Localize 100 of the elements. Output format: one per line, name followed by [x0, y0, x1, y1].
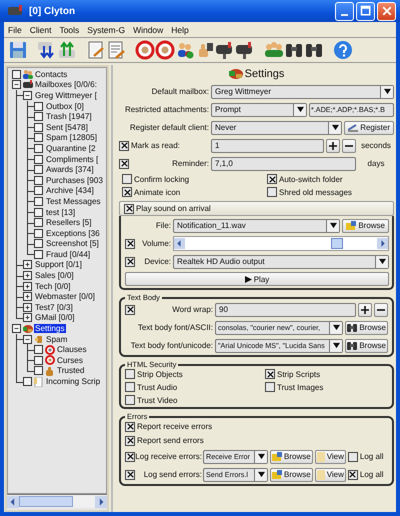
input-field[interactable]: 1	[211, 138, 324, 152]
checkbox[interactable]	[34, 154, 43, 164]
checkbox[interactable]	[265, 382, 275, 392]
dropdown[interactable]: Notification_11.wav	[173, 218, 340, 232]
checkbox[interactable]	[119, 140, 129, 150]
tree-item[interactable]: Spam [12805]	[45, 133, 98, 142]
checkbox[interactable]	[34, 102, 43, 111]
checkbox-label[interactable]: Auto-switch folder	[279, 174, 343, 184]
play-button[interactable]: Play	[125, 272, 389, 286]
checkbox[interactable]	[23, 377, 32, 386]
expand-toggle[interactable]	[12, 80, 21, 90]
mailbox-icon[interactable]	[215, 40, 235, 60]
checkbox-label[interactable]: Strip Scripts	[277, 370, 320, 378]
checkbox-label[interactable]: Animate icon	[134, 188, 180, 196]
tree-item[interactable]: Quarantine [2	[45, 144, 97, 153]
checkbox[interactable]	[34, 112, 43, 122]
checkbox[interactable]	[125, 395, 135, 405]
checkbox-label[interactable]: Trust Video	[137, 396, 178, 404]
menu-item[interactable]: File	[8, 24, 22, 34]
tree-item[interactable]: Compliments [	[45, 154, 100, 164]
tree-item[interactable]: Webmaster [0/0]	[34, 292, 96, 302]
expand-toggle[interactable]	[23, 292, 32, 302]
checkbox-label[interactable]: Device:	[144, 257, 171, 266]
tree-item[interactable]: Spam	[45, 334, 68, 344]
dropdown[interactable]: Prompt	[211, 102, 307, 116]
menu-item[interactable]: Help	[171, 24, 189, 34]
browse-button[interactable]: Browse	[270, 468, 313, 482]
dropdown[interactable]: Greg Wittmeyer	[211, 84, 394, 98]
checkbox[interactable]	[125, 304, 135, 314]
menu-item[interactable]: Client	[30, 24, 52, 34]
checkbox[interactable]	[348, 452, 358, 462]
tree-item[interactable]: Support [0/1]	[34, 260, 83, 270]
checkbox[interactable]	[267, 187, 277, 197]
expand-toggle[interactable]	[23, 90, 32, 100]
checkbox[interactable]	[124, 204, 134, 214]
checkbox[interactable]	[348, 470, 358, 480]
horizontal-scrollbar[interactable]	[7, 494, 107, 508]
register-button[interactable]: Register	[344, 120, 394, 134]
expand-toggle[interactable]	[23, 282, 32, 291]
checkbox-label[interactable]: Report send errors	[137, 436, 204, 445]
tree-item[interactable]: test [13]	[45, 208, 76, 217]
checkbox-label[interactable]: Log all	[360, 470, 384, 479]
help-icon[interactable]	[333, 40, 353, 60]
tree-item[interactable]: Screenshot [5]	[45, 239, 100, 248]
tree-item[interactable]: Contacts	[34, 70, 68, 79]
checkbox-label[interactable]: Report receive errors	[137, 422, 212, 431]
checkbox[interactable]	[12, 70, 21, 79]
checkbox-label[interactable]: Trust Audio	[137, 382, 178, 392]
tree-item[interactable]: Mailboxes [0/0/6:	[34, 80, 98, 90]
tree-item[interactable]: GMail [0/0]	[34, 313, 76, 322]
slider-thumb[interactable]	[330, 238, 343, 249]
tree-item[interactable]: Awards [374]	[45, 165, 95, 174]
tree-item[interactable]: Archive [434]	[45, 186, 95, 196]
checkbox-label[interactable]: Confirm locking	[134, 174, 190, 184]
upload-icon[interactable]	[57, 40, 77, 60]
checkbox[interactable]	[34, 186, 43, 196]
document-edit-icon[interactable]	[86, 40, 106, 60]
browse-button[interactable]: Browse	[345, 320, 388, 334]
document-edit-icon[interactable]	[106, 40, 126, 60]
checkbox[interactable]	[265, 369, 275, 379]
checkbox[interactable]	[34, 208, 43, 217]
checkbox-label[interactable]: Log receive errors:	[135, 452, 202, 461]
browse-button[interactable]: Browse	[342, 218, 389, 232]
checkbox[interactable]	[34, 345, 43, 354]
input-field[interactable]: 90	[215, 302, 356, 316]
increment-button[interactable]	[358, 302, 372, 316]
checkbox-label[interactable]: Play sound on arrival	[136, 204, 211, 213]
checkbox[interactable]	[125, 436, 135, 446]
menu-item[interactable]: Window	[133, 24, 164, 34]
tree-item[interactable]: Test Messages	[45, 196, 102, 206]
checkbox[interactable]	[267, 174, 277, 184]
save-icon[interactable]	[8, 40, 28, 60]
checkbox[interactable]	[34, 133, 43, 142]
checkbox-label[interactable]: Shred old messages	[279, 188, 352, 196]
tree-item[interactable]: Sales [0/0]	[34, 271, 75, 280]
checkbox[interactable]	[125, 470, 135, 480]
tree-item[interactable]: Greg Wittmeyer [	[34, 90, 98, 100]
checkbox-label[interactable]: Volume:	[142, 239, 171, 248]
tree-item[interactable]: Trash [1947]	[45, 112, 93, 122]
browse-button[interactable]: Browse	[270, 450, 313, 464]
checkbox[interactable]	[125, 238, 135, 248]
tree-item[interactable]: Test7 [0/3]	[34, 302, 74, 312]
dropdown[interactable]: Realtek HD Audio output	[173, 254, 389, 268]
checkbox[interactable]	[125, 452, 135, 462]
checkbox[interactable]	[34, 366, 43, 376]
tree-item[interactable]: Settings	[34, 324, 66, 334]
checkbox-label[interactable]: Mark as read:	[131, 141, 180, 150]
tree-item[interactable]: Incoming Scrip	[45, 377, 102, 386]
checkbox[interactable]	[34, 228, 43, 238]
increment-button[interactable]	[326, 138, 340, 152]
tree-item[interactable]: Curses	[56, 356, 84, 365]
view-button[interactable]: View	[314, 468, 346, 482]
expand-toggle[interactable]	[23, 313, 32, 322]
checkbox[interactable]	[122, 174, 132, 184]
input-field[interactable]: 7,1,0	[211, 156, 356, 170]
tree-item[interactable]: Fraud [0/44]	[45, 250, 92, 259]
menu-item[interactable]: System-G	[87, 24, 126, 34]
checkbox[interactable]	[34, 165, 43, 174]
checkbox-label[interactable]: Log all	[360, 452, 384, 461]
group-icon[interactable]	[264, 40, 284, 60]
